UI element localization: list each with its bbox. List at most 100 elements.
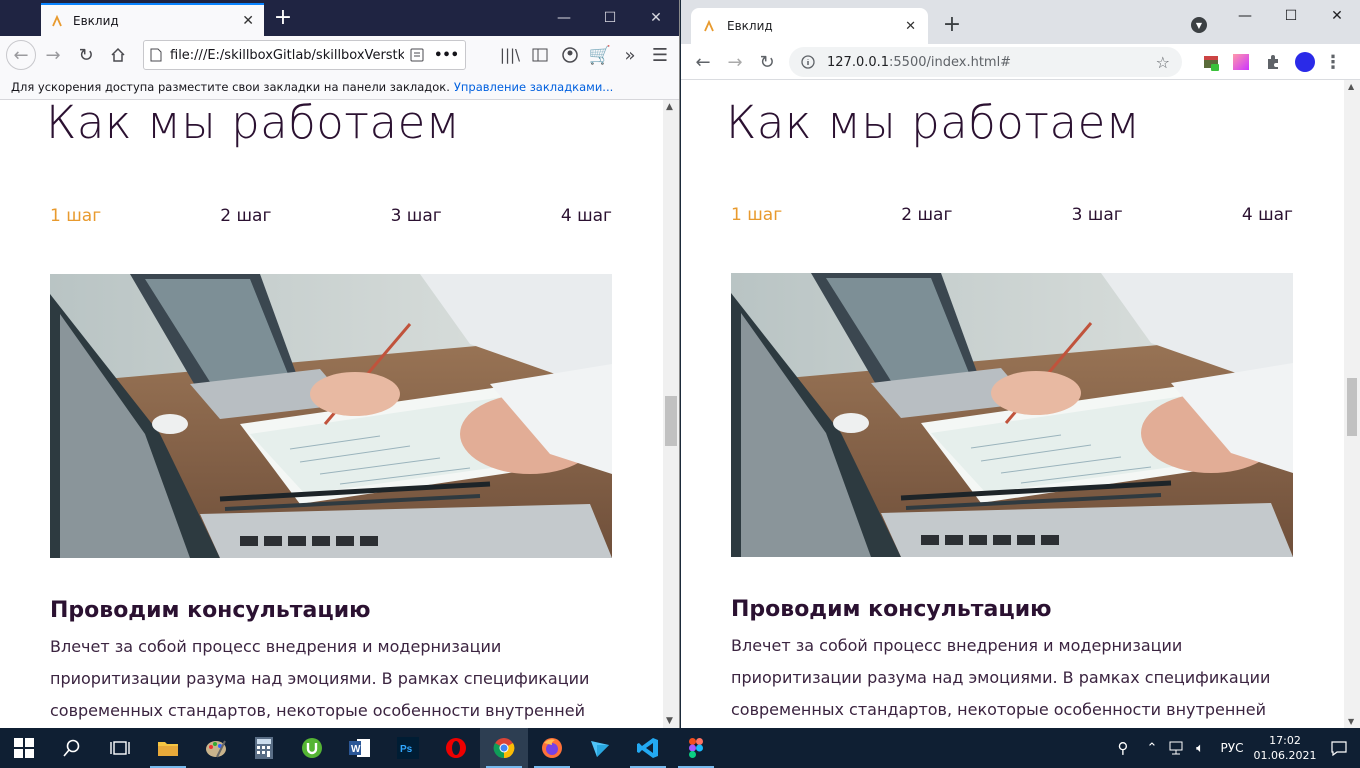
omnibox[interactable]: 127.0.0.1:5500/index.html# ☆ [789, 47, 1182, 77]
step-tab-2[interactable]: 2 шаг [220, 206, 271, 226]
svg-text:Ps: Ps [400, 744, 413, 755]
profile-avatar[interactable] [1291, 48, 1319, 76]
firefox-taskbar-icon[interactable] [528, 728, 576, 768]
scroll-down-arrow-icon[interactable]: ▼ [1348, 717, 1354, 726]
scroll-down-arrow-icon[interactable]: ▼ [666, 716, 673, 726]
language-indicator[interactable]: РУС [1212, 741, 1252, 755]
step-tab-2[interactable]: 2 шаг [901, 205, 952, 225]
paragraph-line: современных стандартов, некоторые особен… [731, 700, 1266, 719]
figma-icon[interactable] [672, 728, 720, 768]
close-window-button[interactable]: ✕ [633, 0, 679, 36]
search-icon[interactable] [48, 728, 96, 768]
start-button[interactable] [0, 728, 48, 768]
desktop: Евклид ✕ + — ☐ ✕ ← → ↻ file:///E:/skillb… [0, 0, 1360, 768]
vscode-icon[interactable] [624, 728, 672, 768]
photoshop-icon[interactable]: Ps [384, 728, 432, 768]
word-icon[interactable]: W [336, 728, 384, 768]
steps-tabs: 1 шаг 2 шаг 3 шаг 4 шаг [731, 205, 1293, 225]
file-explorer-icon[interactable] [144, 728, 192, 768]
paragraph-line: приоритизации разума над эмоциями. В рам… [50, 669, 590, 688]
step-title: Проводим консультацию [731, 597, 1052, 622]
address-text: file:///E:/skillboxGitlab/skillboxVerstk… [170, 47, 405, 63]
extensions-puzzle-icon[interactable] [1259, 48, 1287, 76]
minimize-button[interactable]: — [1222, 0, 1268, 32]
omnibox-text: 127.0.0.1:5500/index.html# [827, 55, 1156, 70]
utorrent-icon[interactable] [288, 728, 336, 768]
step-description: Влечет за собой процесс внедрения и моде… [731, 630, 1291, 726]
back-arrow-icon[interactable]: ← [689, 48, 717, 76]
steps-tabs: 1 шаг 2 шаг 3 шаг 4 шаг [50, 206, 612, 226]
step-tab-3[interactable]: 3 шаг [1072, 205, 1123, 225]
section-heading: Как мы работаем [726, 96, 1141, 149]
menu-icon[interactable]: ☰ [645, 40, 675, 70]
svg-text:W: W [351, 744, 361, 755]
network-icon[interactable] [1164, 741, 1188, 755]
address-bar[interactable]: file:///E:/skillboxGitlab/skillboxVerstk… [143, 40, 466, 70]
paint-icon[interactable] [192, 728, 240, 768]
chrome-scrollbar[interactable]: ▲ ▼ [1344, 80, 1360, 728]
volume-icon[interactable]: 🔈︎ [1188, 741, 1212, 756]
firefox-scrollbar[interactable]: ▲ ▼ [663, 100, 679, 728]
chrome-window: Евклид ✕ + ▼ — ☐ ✕ ← → ↻ 127.0.0.1:5500/… [681, 0, 1360, 728]
chrome-tab[interactable]: Евклид ✕ [691, 8, 928, 44]
step-tab-1[interactable]: 1 шаг [50, 206, 101, 226]
close-tab-icon[interactable]: ✕ [242, 13, 254, 29]
step-tab-1[interactable]: 1 шаг [731, 205, 782, 225]
notifications-icon[interactable] [1318, 740, 1360, 756]
firefox-titlebar: Евклид ✕ + — ☐ ✕ [0, 0, 679, 36]
page-actions-icon[interactable]: ••• [434, 48, 459, 63]
step-tab-3[interactable]: 3 шаг [391, 206, 442, 226]
reader-view-icon[interactable] [410, 48, 424, 62]
scroll-up-arrow-icon[interactable]: ▲ [1348, 82, 1354, 91]
sidebar-icon[interactable] [525, 40, 555, 70]
chrome-menu-icon[interactable]: ⋮ [1319, 48, 1347, 76]
back-arrow-icon[interactable]: ← [6, 40, 36, 70]
close-window-button[interactable]: ✕ [1314, 0, 1360, 32]
opera-icon[interactable] [432, 728, 480, 768]
firefox-toolbar: ← → ↻ file:///E:/skillboxGitlab/skillbox… [0, 36, 679, 74]
forward-arrow-icon[interactable]: → [38, 40, 68, 70]
cart-extension-icon[interactable]: 🛒 [585, 40, 615, 70]
tab-search-icon[interactable]: ▼ [1191, 17, 1207, 33]
task-view-icon[interactable] [96, 728, 144, 768]
paragraph-line: Влечет за собой процесс внедрения и моде… [50, 637, 502, 656]
firefox-tab[interactable]: Евклид ✕ [41, 3, 264, 36]
chrome-taskbar-icon[interactable] [480, 728, 528, 768]
windows-taskbar: W Ps ⚲ ⌃ 🔈︎ РУС 17:02 01.06.2021 [0, 728, 1360, 768]
yandex-browser-icon[interactable] [576, 728, 624, 768]
step-tab-4[interactable]: 4 шаг [561, 206, 612, 226]
calculator-icon[interactable] [240, 728, 288, 768]
forward-arrow-icon[interactable]: → [721, 48, 749, 76]
bookmarks-hint: Для ускорения доступа разместите свои за… [11, 79, 450, 94]
paragraph-line: Влечет за собой процесс внедрения и моде… [731, 636, 1183, 655]
bookmark-star-icon[interactable]: ☆ [1156, 53, 1170, 72]
extension-badge: 1 [1218, 67, 1224, 76]
manage-bookmarks-link[interactable]: Управление закладками... [454, 80, 613, 94]
minimize-button[interactable]: — [541, 0, 587, 36]
close-tab-icon[interactable]: ✕ [905, 19, 916, 34]
firefox-tab-title: Евклид [73, 13, 119, 28]
maximize-button[interactable]: ☐ [587, 0, 633, 36]
new-tab-button[interactable]: + [939, 13, 965, 39]
clock-date: 01.06.2021 [1253, 749, 1317, 762]
people-icon[interactable]: ⚲ [1106, 739, 1140, 757]
clock[interactable]: 17:02 01.06.2021 [1252, 733, 1318, 763]
library-icon[interactable]: |||\ [495, 40, 525, 70]
info-icon[interactable] [801, 55, 815, 69]
chrome-viewport: Как мы работаем 1 шаг 2 шаг 3 шаг 4 шаг [681, 80, 1344, 728]
reload-icon[interactable]: ↻ [71, 40, 101, 70]
home-icon[interactable] [103, 40, 133, 70]
step-tab-4[interactable]: 4 шаг [1242, 205, 1293, 225]
tray-chevron-up-icon[interactable]: ⌃ [1140, 741, 1164, 756]
scrollbar-thumb[interactable] [665, 396, 677, 446]
scroll-up-arrow-icon[interactable]: ▲ [666, 102, 673, 112]
reload-icon[interactable]: ↻ [753, 48, 781, 76]
account-icon[interactable] [555, 40, 585, 70]
extension-gradient-icon[interactable] [1227, 48, 1255, 76]
system-tray: ⚲ ⌃ 🔈︎ РУС 17:02 01.06.2021 [1106, 728, 1360, 768]
scrollbar-thumb[interactable] [1347, 378, 1357, 436]
overflow-chevron-icon[interactable]: » [615, 40, 645, 70]
new-tab-button[interactable]: + [270, 6, 296, 32]
extension-calendar-icon[interactable]: 1 [1197, 48, 1225, 76]
maximize-button[interactable]: ☐ [1268, 0, 1314, 32]
